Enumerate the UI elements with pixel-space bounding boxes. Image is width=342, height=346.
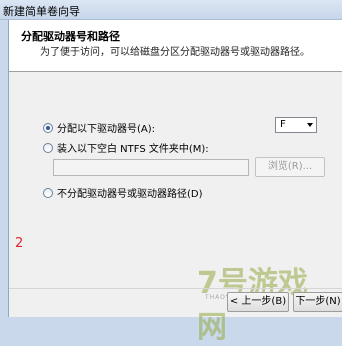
folder-path-input[interactable] xyxy=(53,159,249,176)
title-bar: 新建简单卷向导 xyxy=(0,0,342,20)
assign-letter-radio[interactable] xyxy=(43,122,53,133)
assign-letter-label: 分配以下驱动器号(A): xyxy=(57,124,156,135)
no-assign-radio[interactable] xyxy=(43,187,53,198)
no-assign-option[interactable]: 不分配驱动器号或驱动器路径(D) xyxy=(43,185,203,200)
mount-folder-option[interactable]: 装入以下空白 NTFS 文件夹中(M): xyxy=(43,140,209,155)
window-title: 新建简单卷向导 xyxy=(3,5,80,18)
drive-letter-value: F xyxy=(280,119,286,130)
mount-folder-label: 装入以下空白 NTFS 文件夹中(M): xyxy=(57,144,209,155)
next-button[interactable]: 下一步(N) xyxy=(293,292,342,312)
wizard-header: 分配驱动器号和路径 为了便于访问，可以给磁盘分区分配驱动器号或驱动器路径。 xyxy=(9,20,342,72)
chevron-down-icon xyxy=(307,123,313,127)
mount-folder-radio[interactable] xyxy=(43,142,53,153)
page-title: 分配驱动器号和路径 xyxy=(21,30,120,43)
assign-letter-option[interactable]: 分配以下驱动器号(A): xyxy=(43,120,155,135)
step-annotation: 2 xyxy=(15,236,24,251)
no-assign-label: 不分配驱动器号或驱动器路径(D) xyxy=(57,189,203,200)
browse-button[interactable]: 浏览(R)... xyxy=(255,157,325,177)
wizard-dialog: 分配驱动器号和路径 为了便于访问，可以给磁盘分区分配驱动器号或驱动器路径。 分配… xyxy=(8,20,342,345)
page-subtitle: 为了便于访问，可以给磁盘分区分配驱动器号或驱动器路径。 xyxy=(40,47,310,58)
footer-separator xyxy=(9,288,342,289)
back-button[interactable]: < 上一步(B) xyxy=(227,292,289,312)
drive-letter-select[interactable]: F xyxy=(275,117,317,133)
